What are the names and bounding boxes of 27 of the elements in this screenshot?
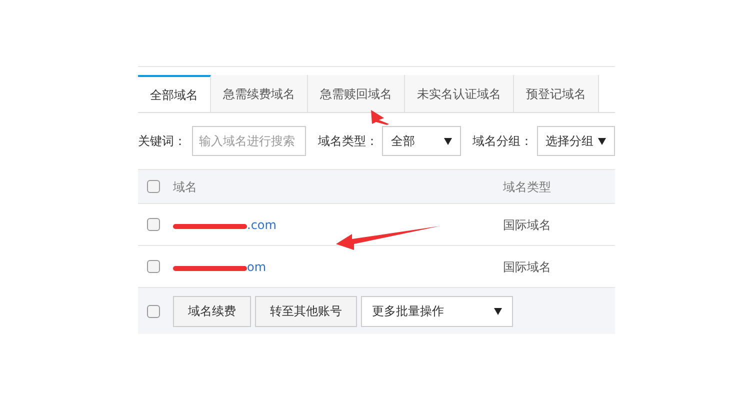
checkbox[interactable] <box>147 180 160 193</box>
tab[interactable]: 急需续费域名 <box>211 75 308 112</box>
tab[interactable]: 急需赎回域名 <box>308 75 405 112</box>
group-label: 域名分组： <box>472 133 532 150</box>
checkbox[interactable] <box>147 218 160 231</box>
type-label: 域名类型： <box>318 133 378 150</box>
checkbox[interactable] <box>147 260 160 273</box>
caret-icon <box>494 308 502 314</box>
search-field[interactable]: 输入域名进行搜索 <box>192 126 306 156</box>
batch-button[interactable]: 域名续费 <box>173 296 251 326</box>
domain-link[interactable]: .com <box>247 216 276 234</box>
batch-select[interactable]: 更多批量操作 <box>361 296 513 326</box>
domain-type: 国际域名 <box>503 258 551 276</box>
tab[interactable]: 全部域名 <box>138 75 211 112</box>
column-header: 域名类型 <box>503 178 551 196</box>
checkbox[interactable] <box>147 304 160 318</box>
domain-type: 国际域名 <box>503 216 551 234</box>
column-header: 域名 <box>173 178 198 196</box>
caret-icon <box>444 138 452 144</box>
tab[interactable]: 预登记域名 <box>514 75 599 112</box>
type-select[interactable]: 全部 <box>382 126 460 156</box>
batch-button[interactable]: 转至其他账号 <box>255 296 357 326</box>
group-select[interactable]: 选择分组 <box>536 126 615 156</box>
tab[interactable]: 未实名认证域名 <box>405 75 514 112</box>
keyword-label: 关键词： <box>138 133 186 150</box>
caret-icon <box>598 138 606 144</box>
domain-link[interactable]: om <box>247 258 266 276</box>
